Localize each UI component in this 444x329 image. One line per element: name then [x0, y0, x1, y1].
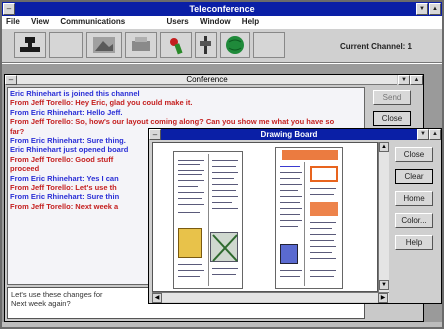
sketch-illustration: [210, 232, 238, 262]
drawing-close-label: Close: [403, 150, 425, 159]
menu-bar: File View Communications Users Window He…: [6, 17, 442, 28]
menu-window[interactable]: Window: [200, 17, 231, 26]
drawing-board-scrollbar[interactable]: ▲ ▼: [378, 142, 389, 292]
menu-users[interactable]: Users: [166, 17, 188, 26]
app-title: Teleconference: [189, 4, 255, 14]
conference-close-button[interactable]: Close: [373, 111, 411, 126]
drawing-help-label: Help: [405, 238, 423, 247]
globe-icon: [226, 36, 244, 54]
drawing-board-title-bar: Drawing Board: [161, 129, 417, 140]
drawing-home-label: Home: [403, 194, 425, 203]
drawing-board-minimize-button[interactable]: ▼: [417, 129, 429, 140]
maximize-button[interactable]: ▲: [429, 3, 441, 15]
drawing-color-button[interactable]: Color...: [395, 213, 433, 228]
menu-file[interactable]: File: [6, 17, 20, 26]
app-title-bar: Teleconference: [2, 2, 442, 16]
drawing-board-hscrollbar[interactable]: ◀ ▶: [152, 292, 389, 303]
system-menu-button[interactable]: –: [3, 3, 15, 15]
current-channel-label: Current Channel: 1: [340, 42, 413, 51]
menu-view[interactable]: View: [31, 17, 49, 26]
blank-tool-button-2[interactable]: [253, 32, 285, 58]
page-divider: [208, 154, 209, 286]
drawing-canvas[interactable]: [152, 142, 378, 292]
conference-close-label: Close: [381, 114, 403, 123]
conference-title: Conference: [186, 75, 228, 84]
send-button-label: Send: [382, 93, 402, 102]
conference-system-button[interactable]: –: [5, 75, 17, 85]
image-tool-button[interactable]: [86, 32, 122, 58]
message-line: From Eric Rhinehart: Hello Jeff.: [10, 107, 123, 117]
drawing-close-button[interactable]: Close: [395, 147, 433, 162]
send-button[interactable]: Send: [373, 90, 411, 105]
machine-tool-button[interactable]: [125, 32, 157, 58]
scroll-left-arrow[interactable]: ◀: [152, 293, 162, 303]
app-window: Teleconference – ▼ ▲ File View Communica…: [0, 0, 444, 329]
slider-tool-button[interactable]: [195, 32, 217, 58]
globe-tool-button[interactable]: [220, 32, 250, 58]
conference-minimize-button[interactable]: ▼: [398, 75, 410, 85]
drawing-board-window: – Drawing Board ▼ ▲ ▲ ▼ ◀ ▶ Close Clear …: [148, 128, 442, 304]
scroll-right-arrow[interactable]: ▶: [378, 293, 388, 303]
menu-communications[interactable]: Communications: [60, 17, 125, 26]
message-line: Eric Rhinehart is joined this channel: [10, 89, 140, 98]
drawing-board-system-button[interactable]: –: [149, 129, 161, 140]
toolbar: Current Channel: 1: [2, 29, 442, 63]
conference-maximize-button[interactable]: ▲: [410, 75, 423, 85]
blue-image-block: [280, 244, 298, 264]
scroll-down-arrow[interactable]: ▼: [379, 280, 389, 290]
pen-icon: [170, 38, 183, 55]
pen-tool-button[interactable]: [160, 32, 192, 58]
image-tool-icon: [93, 37, 115, 53]
minimize-button[interactable]: ▼: [416, 3, 428, 15]
drawing-clear-label: Clear: [404, 172, 424, 181]
orange-header-markup: [282, 150, 338, 160]
stamp-tool-button[interactable]: [14, 32, 46, 58]
drawing-color-label: Color...: [401, 216, 427, 225]
conference-title-bar: Conference: [17, 75, 397, 85]
message-line: From Jeff Torello: So, how's our layout …: [10, 117, 335, 127]
menu-help[interactable]: Help: [242, 17, 259, 26]
stamp-icon: [20, 37, 40, 52]
slider-icon: [200, 36, 211, 54]
scroll-up-arrow[interactable]: ▲: [379, 142, 389, 152]
drawing-help-button[interactable]: Help: [395, 235, 433, 250]
drawing-board-title: Drawing Board: [260, 130, 318, 139]
yellow-illustration: [178, 228, 202, 258]
message-line: From Jeff Torello: Hey Eric, glad you co…: [10, 98, 193, 108]
drawing-document-page-left: [173, 151, 243, 289]
status-bar: [2, 322, 442, 327]
drawing-home-button[interactable]: Home: [395, 191, 433, 206]
blank-tool-button[interactable]: [49, 32, 83, 58]
page-divider: [304, 162, 305, 286]
drawing-document-page-right: [275, 147, 343, 289]
machine-icon: [132, 37, 150, 51]
drawing-board-maximize-button[interactable]: ▲: [429, 129, 441, 140]
orange-box-markup: [310, 166, 338, 182]
drawing-clear-button[interactable]: Clear: [395, 169, 433, 184]
orange-block-markup: [310, 202, 338, 216]
